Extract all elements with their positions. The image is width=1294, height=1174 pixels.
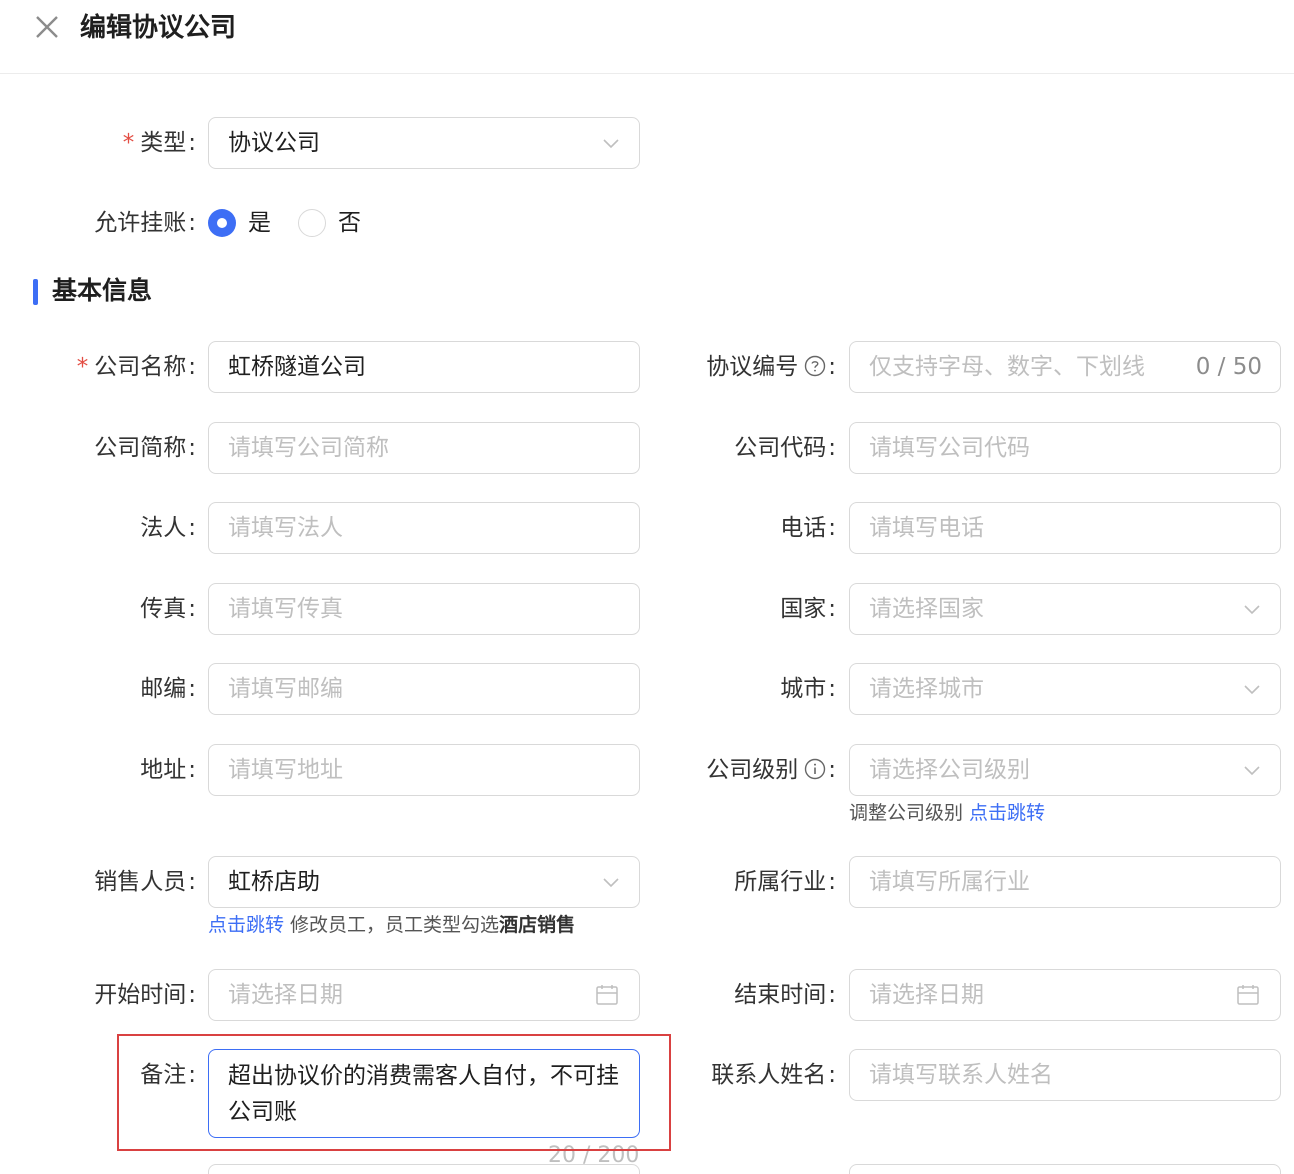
- agreement-no-char-count: 0 / 50: [1195, 354, 1262, 380]
- sales-hint-strong: 酒店销售: [499, 914, 576, 936]
- short-name-label: 公司简称:: [94, 435, 196, 461]
- legal-person-input[interactable]: 请填写法人: [208, 502, 640, 554]
- company-level-placeholder: 请选择公司级别: [869, 757, 1030, 783]
- question-icon[interactable]: [804, 355, 826, 377]
- city-placeholder: 请选择城市: [869, 676, 984, 702]
- company-level-select[interactable]: 请选择公司级别: [849, 744, 1281, 796]
- chevron-down-icon: [1244, 766, 1260, 776]
- city-select[interactable]: 请选择城市: [849, 663, 1281, 715]
- contact-name-input[interactable]: 请填写联系人姓名: [849, 1049, 1281, 1101]
- fax-placeholder: 请填写传真: [228, 596, 343, 622]
- city-label: 城市:: [780, 676, 836, 702]
- short-name-input[interactable]: 请填写公司简称: [208, 422, 640, 474]
- radio-yes-label[interactable]: 是: [248, 205, 271, 241]
- zip-placeholder: 请填写邮编: [228, 676, 343, 702]
- company-name-input[interactable]: 虹桥隧道公司: [208, 341, 640, 393]
- industry-placeholder: 请填写所属行业: [869, 869, 1030, 895]
- contact-name-label: 联系人姓名:: [711, 1062, 836, 1088]
- radio-no-label[interactable]: 否: [338, 205, 361, 241]
- remark-textarea[interactable]: 超出协议价的消费需客人自付，不可挂公司账: [208, 1049, 640, 1138]
- radio-no[interactable]: [298, 209, 326, 237]
- sales-hint: 点击跳转 修改员工，员工类型勾选酒店销售: [208, 911, 575, 939]
- phone-placeholder: 请填写电话: [869, 515, 984, 541]
- page-title: 编辑协议公司: [80, 13, 237, 43]
- legal-person-placeholder: 请填写法人: [228, 515, 343, 541]
- zip-input[interactable]: 请填写邮编: [208, 663, 640, 715]
- country-select[interactable]: 请选择国家: [849, 583, 1281, 635]
- agreement-no-input[interactable]: 仅支持字母、数字、下划线 0 / 50: [849, 341, 1281, 393]
- type-select[interactable]: 协议公司: [208, 117, 640, 169]
- company-level-label: 公司级别:: [706, 757, 836, 783]
- info-icon[interactable]: [804, 758, 826, 780]
- country-placeholder: 请选择国家: [869, 596, 984, 622]
- fax-label: 传真:: [140, 596, 196, 622]
- calendar-icon: [1237, 985, 1259, 1005]
- phone-label: 电话:: [780, 515, 836, 541]
- section-marker: [33, 279, 38, 305]
- start-date-picker[interactable]: 请选择日期: [208, 969, 640, 1021]
- company-level-hint: 调整公司级别 点击跳转: [849, 799, 1045, 827]
- industry-label: 所属行业:: [734, 869, 836, 895]
- required-mark: *: [76, 354, 89, 380]
- type-label: * 类型:: [122, 130, 196, 156]
- agreement-no-placeholder: 仅支持字母、数字、下划线: [869, 354, 1145, 380]
- radio-yes[interactable]: [208, 209, 236, 237]
- company-level-jump-link[interactable]: 点击跳转: [969, 802, 1045, 824]
- end-time-label: 结束时间:: [734, 982, 836, 1008]
- chevron-down-icon: [603, 139, 619, 149]
- credit-label: 允许挂账:: [94, 210, 196, 236]
- start-date-placeholder: 请选择日期: [228, 982, 343, 1008]
- chevron-down-icon: [1244, 685, 1260, 695]
- required-mark: *: [122, 130, 135, 156]
- contact-name-placeholder: 请填写联系人姓名: [869, 1062, 1053, 1088]
- calendar-icon: [596, 985, 618, 1005]
- sales-label: 销售人员:: [94, 869, 196, 895]
- address-label: 地址:: [140, 757, 196, 783]
- short-name-placeholder: 请填写公司简称: [228, 435, 389, 461]
- industry-input[interactable]: 请填写所属行业: [849, 856, 1281, 908]
- next-row-right-input[interactable]: [849, 1164, 1281, 1174]
- company-code-label: 公司代码:: [734, 435, 836, 461]
- next-row-left-input[interactable]: [208, 1164, 640, 1174]
- sales-select-value: 虹桥店助: [228, 869, 320, 895]
- address-input[interactable]: 请填写地址: [208, 744, 640, 796]
- chevron-down-icon: [1244, 605, 1260, 615]
- start-time-label: 开始时间:: [94, 982, 196, 1008]
- agreement-no-label: 协议编号:: [706, 354, 836, 380]
- country-label: 国家:: [780, 596, 836, 622]
- zip-label: 邮编:: [140, 676, 196, 702]
- company-name-value: 虹桥隧道公司: [228, 354, 366, 380]
- type-select-value: 协议公司: [228, 130, 320, 156]
- sales-hint-text: 修改员工，员工类型勾选: [284, 914, 500, 936]
- close-icon[interactable]: [34, 14, 60, 40]
- end-date-picker[interactable]: 请选择日期: [849, 969, 1281, 1021]
- section-title: 基本信息: [52, 276, 153, 305]
- company-code-input[interactable]: 请填写公司代码: [849, 422, 1281, 474]
- company-level-hint-text: 调整公司级别: [849, 802, 970, 824]
- remark-label: 备注:: [140, 1062, 196, 1088]
- chevron-down-icon: [603, 878, 619, 888]
- fax-input[interactable]: 请填写传真: [208, 583, 640, 635]
- legal-person-label: 法人:: [140, 515, 196, 541]
- sales-select[interactable]: 虹桥店助: [208, 856, 640, 908]
- end-date-placeholder: 请选择日期: [869, 982, 984, 1008]
- phone-input[interactable]: 请填写电话: [849, 502, 1281, 554]
- company-code-placeholder: 请填写公司代码: [869, 435, 1030, 461]
- drawer-header: 编辑协议公司: [0, 0, 1294, 74]
- address-placeholder: 请填写地址: [228, 757, 343, 783]
- company-name-label: * 公司名称:: [76, 354, 196, 380]
- sales-jump-link[interactable]: 点击跳转: [208, 914, 284, 936]
